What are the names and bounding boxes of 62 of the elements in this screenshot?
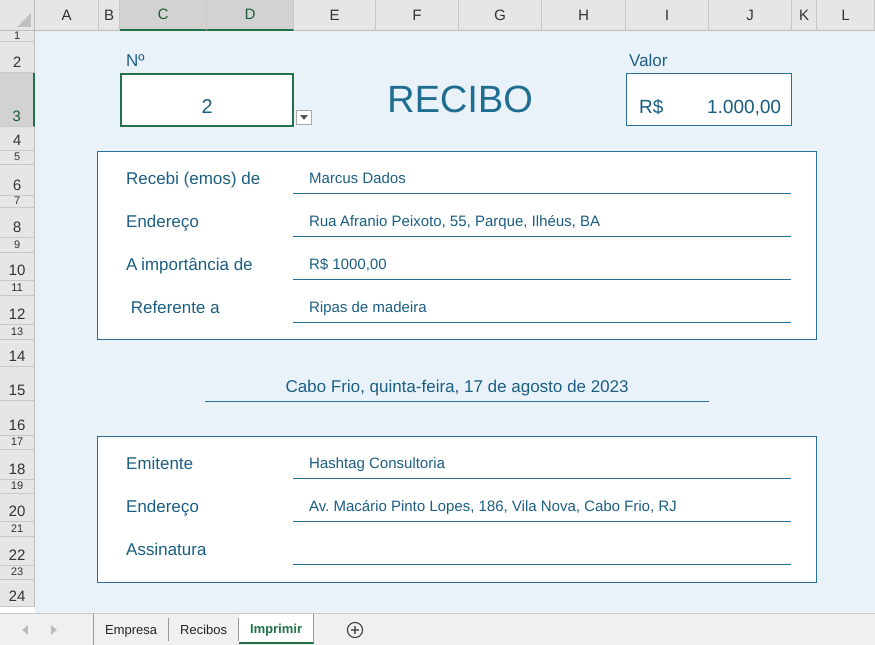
fill-in-line[interactable]: R$ 1000,00: [293, 256, 791, 280]
dropdown-button[interactable]: [296, 110, 312, 125]
fill-in-line[interactable]: Rua Afranio Peixoto, 55, Parque, Ilhéus, BA: [293, 213, 791, 237]
row-header[interactable]: 12: [0, 296, 35, 325]
field-label: Emitente: [126, 454, 194, 475]
value-label: Valor: [628, 51, 668, 72]
column-header[interactable]: A: [35, 0, 99, 31]
caret-icon: [300, 115, 308, 120]
field-label: Referente a: [130, 298, 221, 319]
row-header[interactable]: 21: [0, 522, 35, 537]
column-header[interactable]: E: [294, 0, 376, 31]
add-sheet-icon[interactable]: [346, 620, 364, 638]
field-label: Endereço: [126, 497, 200, 518]
row-header[interactable]: 11: [0, 281, 35, 296]
column-header[interactable]: H: [542, 0, 626, 31]
select-all-icon: [17, 13, 31, 27]
amount-value: 1.000,00: [707, 97, 781, 119]
column-header[interactable]: D: [207, 0, 294, 31]
row-header[interactable]: 23: [0, 566, 35, 580]
row-header[interactable]: 16: [0, 401, 35, 436]
number-label: Nº: [125, 51, 146, 72]
receipt-title: RECIBO: [387, 78, 533, 122]
sheet-tab[interactable]: Imprimir: [239, 614, 314, 644]
column-header[interactable]: C: [120, 0, 207, 31]
row-header[interactable]: 9: [0, 238, 35, 253]
row-header[interactable]: 4: [0, 127, 35, 151]
fill-in-line[interactable]: Marcus Dados: [293, 170, 791, 194]
number-cell[interactable]: 2: [120, 73, 294, 127]
column-header[interactable]: G: [459, 0, 542, 31]
row-header[interactable]: 22: [0, 537, 35, 566]
row-header[interactable]: 19: [0, 480, 35, 494]
row-header[interactable]: 13: [0, 325, 35, 340]
fill-in-line[interactable]: Ripas de madeira: [293, 299, 791, 323]
row-header[interactable]: 3: [0, 73, 35, 127]
column-header[interactable]: L: [817, 0, 875, 31]
row-header[interactable]: 20: [0, 494, 35, 522]
column-header[interactable]: F: [376, 0, 459, 31]
currency-symbol: R$: [639, 97, 664, 119]
column-header[interactable]: B: [99, 0, 120, 31]
row-header[interactable]: 5: [0, 151, 35, 165]
date-line: Cabo Frio, quinta-feira, 17 de agosto de 2023: [205, 377, 709, 402]
field-label: Assinatura: [126, 540, 208, 561]
row-header[interactable]: 6: [0, 165, 35, 196]
column-header[interactable]: I: [626, 0, 709, 31]
row-header[interactable]: 17: [0, 436, 35, 450]
row-header[interactable]: 24: [0, 580, 35, 607]
field-label: Recebi (emos) de: [126, 169, 262, 190]
row-header[interactable]: 10: [0, 253, 35, 281]
field-label: A importância de: [126, 255, 254, 276]
row-header[interactable]: 2: [0, 42, 35, 73]
field-label: Endereço: [126, 212, 200, 233]
sheet-tab[interactable]: Empresa: [94, 618, 170, 641]
row-header[interactable]: 1: [0, 31, 35, 42]
row-header[interactable]: 14: [0, 340, 35, 367]
fill-in-line[interactable]: Av. Macário Pinto Lopes, 186, Vila Nova, Cabo Frio, RJ: [293, 498, 791, 522]
column-header[interactable]: K: [792, 0, 817, 31]
column-header[interactable]: J: [709, 0, 792, 31]
row-header[interactable]: 15: [0, 367, 35, 401]
row-header[interactable]: 8: [0, 208, 35, 238]
row-header[interactable]: 18: [0, 450, 35, 480]
row-header[interactable]: 7: [0, 196, 35, 208]
fill-in-line[interactable]: Hashtag Consultoria: [293, 455, 791, 479]
